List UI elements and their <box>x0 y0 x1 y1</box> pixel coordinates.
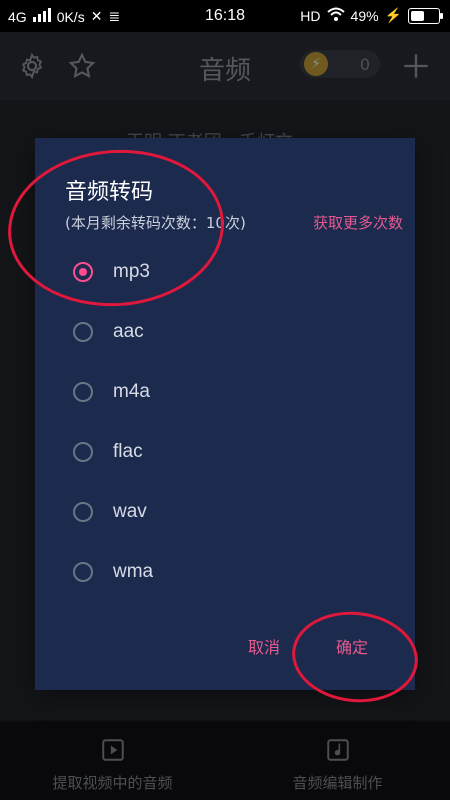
hd-indicator: HD <box>300 7 321 24</box>
confirm-button[interactable]: 确定 <box>336 634 368 658</box>
battery-fill <box>411 10 424 21</box>
option-aac[interactable]: aac <box>35 302 415 362</box>
option-mp3[interactable]: mp3 <box>35 242 415 302</box>
option-label: wav <box>113 501 147 522</box>
status-bar: 4G 0K/s ✕ ≣ 16:18 HD 49% ⚡ <box>0 0 450 32</box>
radio-icon[interactable] <box>73 502 93 522</box>
radio-icon[interactable] <box>73 442 93 462</box>
option-label: aac <box>113 321 144 342</box>
wifi-icon <box>326 7 345 24</box>
cancel-button[interactable]: 取消 <box>248 634 280 658</box>
option-wma[interactable]: wma <box>35 542 415 602</box>
battery-percent: 49% <box>350 7 379 24</box>
get-more-link[interactable]: 获取更多次数 <box>313 212 403 233</box>
radio-selected-icon[interactable] <box>73 262 93 282</box>
dialog-actions: 取消 确定 <box>35 634 415 664</box>
status-right: HD 49% ⚡ <box>300 7 443 24</box>
dialog-title: 音频转码 <box>65 180 154 205</box>
option-wav[interactable]: wav <box>35 482 415 542</box>
remaining-count-text: (本月剩余转码次数：10次) <box>65 214 246 232</box>
radio-icon[interactable] <box>73 382 93 402</box>
option-label: wma <box>113 561 154 582</box>
screen: 4G 0K/s ✕ ≣ 16:18 HD 49% ⚡ 音频 ⚡ 0 提取视频中的… <box>0 0 450 800</box>
option-m4a[interactable]: m4a <box>35 362 415 422</box>
charging-icon: ⚡ <box>384 7 402 23</box>
option-label: mp3 <box>113 261 150 282</box>
option-flac[interactable]: flac <box>35 422 415 482</box>
radio-icon[interactable] <box>73 322 93 342</box>
option-label: flac <box>113 441 143 462</box>
battery-icon <box>408 7 443 24</box>
radio-icon[interactable] <box>73 562 93 582</box>
option-label: m4a <box>113 381 150 402</box>
transcode-dialog: 音频转码 (本月剩余转码次数：10次) 获取更多次数 mp3 aac m4a f… <box>35 138 415 690</box>
